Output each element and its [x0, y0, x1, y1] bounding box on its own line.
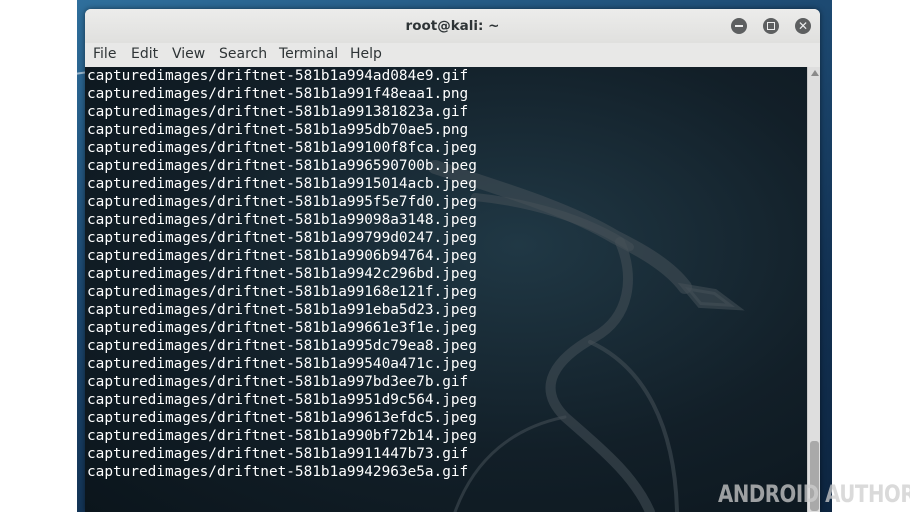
- minimize-icon: [735, 25, 743, 27]
- terminal-line: capturedimages/driftnet-581b1a991eba5d23…: [87, 302, 477, 318]
- menu-terminal[interactable]: Terminal: [279, 43, 338, 65]
- vertical-scrollbar[interactable]: [807, 67, 820, 512]
- menu-bar: File Edit View Search Terminal Help: [85, 43, 820, 68]
- terminal-line: capturedimages/driftnet-581b1a99540a471c…: [87, 356, 477, 372]
- terminal-line: capturedimages/driftnet-581b1a9942c296bd…: [87, 266, 477, 282]
- terminal-lines: capturedimages/driftnet-581b1a994ad084e9…: [87, 67, 477, 481]
- terminal-line: capturedimages/driftnet-581b1a99168e121f…: [87, 284, 477, 300]
- terminal-line: capturedimages/driftnet-581b1a991381823a…: [87, 104, 469, 120]
- terminal-line: capturedimages/driftnet-581b1a99661e3f1e…: [87, 320, 477, 336]
- terminal-output-area[interactable]: capturedimages/driftnet-581b1a994ad084e9…: [85, 67, 807, 512]
- terminal-line: capturedimages/driftnet-581b1a99799d0247…: [87, 230, 477, 246]
- terminal-line: capturedimages/driftnet-581b1a991f48eaa1…: [87, 86, 469, 102]
- terminal-window: root@kali: ~ ✕ File Edit View Search Ter…: [85, 9, 820, 512]
- terminal-line: capturedimages/driftnet-581b1a99100f8fca…: [87, 140, 477, 156]
- terminal-line: capturedimages/driftnet-581b1a9911447b73…: [87, 446, 469, 462]
- terminal-line: capturedimages/driftnet-581b1a997bd3ee7b…: [87, 374, 469, 390]
- title-bar[interactable]: root@kali: ~ ✕: [85, 9, 820, 43]
- menu-view[interactable]: View: [172, 43, 205, 65]
- menu-edit[interactable]: Edit: [131, 43, 158, 65]
- terminal-line: capturedimages/driftnet-581b1a9951d9c564…: [87, 392, 477, 408]
- maximize-button[interactable]: [763, 18, 779, 34]
- terminal-line: capturedimages/driftnet-581b1a994ad084e9…: [87, 68, 469, 84]
- terminal-line: capturedimages/driftnet-581b1a990bf72b14…: [87, 428, 477, 444]
- menu-file[interactable]: File: [93, 43, 116, 65]
- terminal-line: capturedimages/driftnet-581b1a9906b94764…: [87, 248, 477, 264]
- watermark-text: ANDROID AUTHORITY: [718, 480, 910, 508]
- minimize-button[interactable]: [731, 18, 747, 34]
- terminal-line: capturedimages/driftnet-581b1a99098a3148…: [87, 212, 477, 228]
- close-button[interactable]: ✕: [795, 18, 811, 34]
- menu-help[interactable]: Help: [350, 43, 382, 65]
- terminal-line: capturedimages/driftnet-581b1a995db70ae5…: [87, 122, 469, 138]
- menu-search[interactable]: Search: [219, 43, 267, 65]
- terminal-line: capturedimages/driftnet-581b1a996590700b…: [87, 158, 477, 174]
- scroll-up-arrow-icon[interactable]: [811, 70, 819, 76]
- terminal-line: capturedimages/driftnet-581b1a995f5e7fd0…: [87, 194, 477, 210]
- terminal-line: capturedimages/driftnet-581b1a9942963e5a…: [87, 464, 469, 480]
- terminal-line: capturedimages/driftnet-581b1a9915014acb…: [87, 176, 477, 192]
- terminal-line: capturedimages/driftnet-581b1a995dc79ea8…: [87, 338, 477, 354]
- close-icon: ✕: [797, 19, 809, 33]
- maximize-icon: [767, 22, 775, 30]
- terminal-line: capturedimages/driftnet-581b1a99613efdc5…: [87, 410, 477, 426]
- window-title: root@kali: ~: [405, 18, 500, 34]
